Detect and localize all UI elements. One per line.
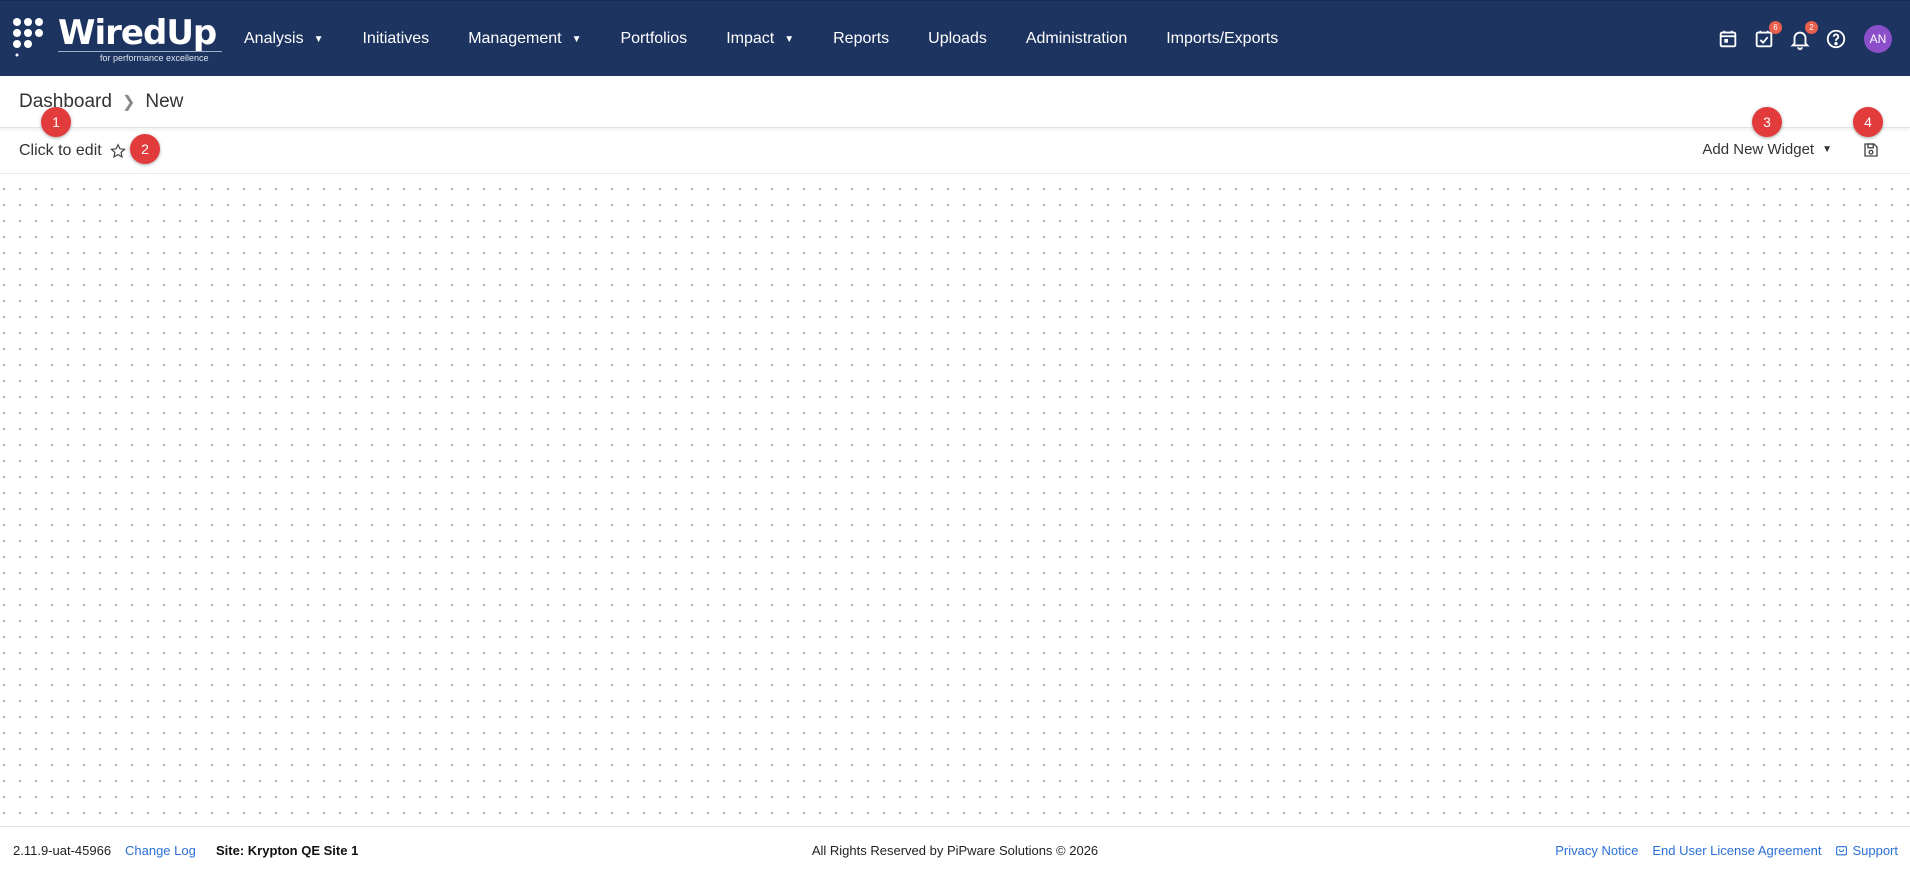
add-new-widget-label: Add New Widget <box>1702 141 1815 158</box>
user-avatar[interactable]: AN <box>1864 25 1892 53</box>
logo-underline <box>58 51 222 52</box>
save-icon[interactable] <box>1862 141 1880 159</box>
nav-management[interactable]: Management ▼ <box>468 30 581 48</box>
tasks-badge: 6 <box>1769 21 1782 34</box>
site-label: Site: Krypton QE Site 1 <box>216 842 359 858</box>
support-label: Support <box>1852 842 1898 858</box>
notifications-button[interactable]: 2 <box>1788 21 1818 51</box>
breadcrumb-current: New <box>145 90 184 112</box>
header-actions: 6 2 AN <box>1704 1 1892 77</box>
nav-imports-exports[interactable]: Imports/Exports <box>1166 30 1278 48</box>
version-label: 2.11.9-uat-45966 <box>13 842 112 858</box>
nav-impact[interactable]: Impact ▼ <box>726 30 794 48</box>
privacy-notice-link[interactable]: Privacy Notice <box>1555 843 1638 858</box>
logo-wordmark: WiredUp <box>58 13 217 53</box>
nav-uploads[interactable]: Uploads <box>928 30 987 48</box>
nav-initiatives-label: Initiatives <box>362 30 430 47</box>
support-icon <box>1836 845 1848 855</box>
help-icon <box>1826 29 1846 49</box>
breadcrumb: Dashboard ❯ New <box>0 76 1910 128</box>
support-link[interactable]: Support <box>1835 843 1898 858</box>
nav-portfolios-label: Portfolios <box>620 30 688 47</box>
nav-analysis-label: Analysis <box>244 30 304 47</box>
tasks-button[interactable]: 6 <box>1752 21 1782 51</box>
footer-links: Privacy Notice End User License Agreemen… <box>1541 843 1898 858</box>
nav-reports[interactable]: Reports <box>833 30 889 48</box>
nav-imports-exports-label: Imports/Exports <box>1166 30 1279 47</box>
annotation-marker-3: 3 <box>1752 107 1782 137</box>
calendar-button[interactable] <box>1716 27 1740 51</box>
help-button[interactable] <box>1824 27 1848 51</box>
footer: 2.11.9-uat-45966 Change Log Site: Krypto… <box>0 826 1910 873</box>
chevron-right-icon: ❯ <box>121 93 136 111</box>
caret-down-icon: ▼ <box>571 33 582 45</box>
annotation-marker-1: 1 <box>41 107 71 137</box>
nav-portfolios[interactable]: Portfolios <box>620 30 687 48</box>
breadcrumb-dashboard[interactable]: Dashboard <box>19 91 112 113</box>
eula-link[interactable]: End User License Agreement <box>1652 843 1821 858</box>
nav-administration-label: Administration <box>1025 30 1128 47</box>
caret-down-icon: ▼ <box>313 33 324 45</box>
caret-down-icon: ▼ <box>784 33 795 45</box>
add-new-widget-button[interactable]: Add New Widget ▼ <box>1702 141 1832 158</box>
nav-analysis[interactable]: Analysis ▼ <box>244 30 323 48</box>
nav-impact-label: Impact <box>726 30 775 47</box>
annotation-marker-2: 2 <box>130 134 160 164</box>
nav-administration[interactable]: Administration <box>1026 30 1127 48</box>
nav-reports-label: Reports <box>833 30 890 47</box>
logo-tagline: for performance excellence <box>100 53 209 63</box>
nav-uploads-label: Uploads <box>928 30 987 47</box>
dashboard-toolbar: Click to edit Add New Widget ▼ <box>0 129 1910 174</box>
dashboard-title-editable[interactable]: Click to edit <box>19 142 102 160</box>
logo-dots-icon <box>13 18 43 57</box>
star-icon[interactable] <box>109 143 126 159</box>
top-navigation-bar: WiredUp for performance excellence Analy… <box>0 0 1910 76</box>
main-nav: Analysis ▼ Initiatives Management ▼ Port… <box>244 1 1317 77</box>
annotation-marker-4: 4 <box>1853 107 1883 137</box>
caret-down-icon: ▼ <box>1822 144 1832 155</box>
wiredup-logo[interactable]: WiredUp for performance excellence <box>12 13 222 65</box>
dashboard-canvas[interactable] <box>0 175 1910 826</box>
change-log-link[interactable]: Change Log <box>125 843 196 858</box>
notifications-badge: 2 <box>1805 21 1818 34</box>
nav-management-label: Management <box>468 30 562 47</box>
nav-initiatives[interactable]: Initiatives <box>362 30 429 48</box>
calendar-icon <box>1719 30 1737 48</box>
